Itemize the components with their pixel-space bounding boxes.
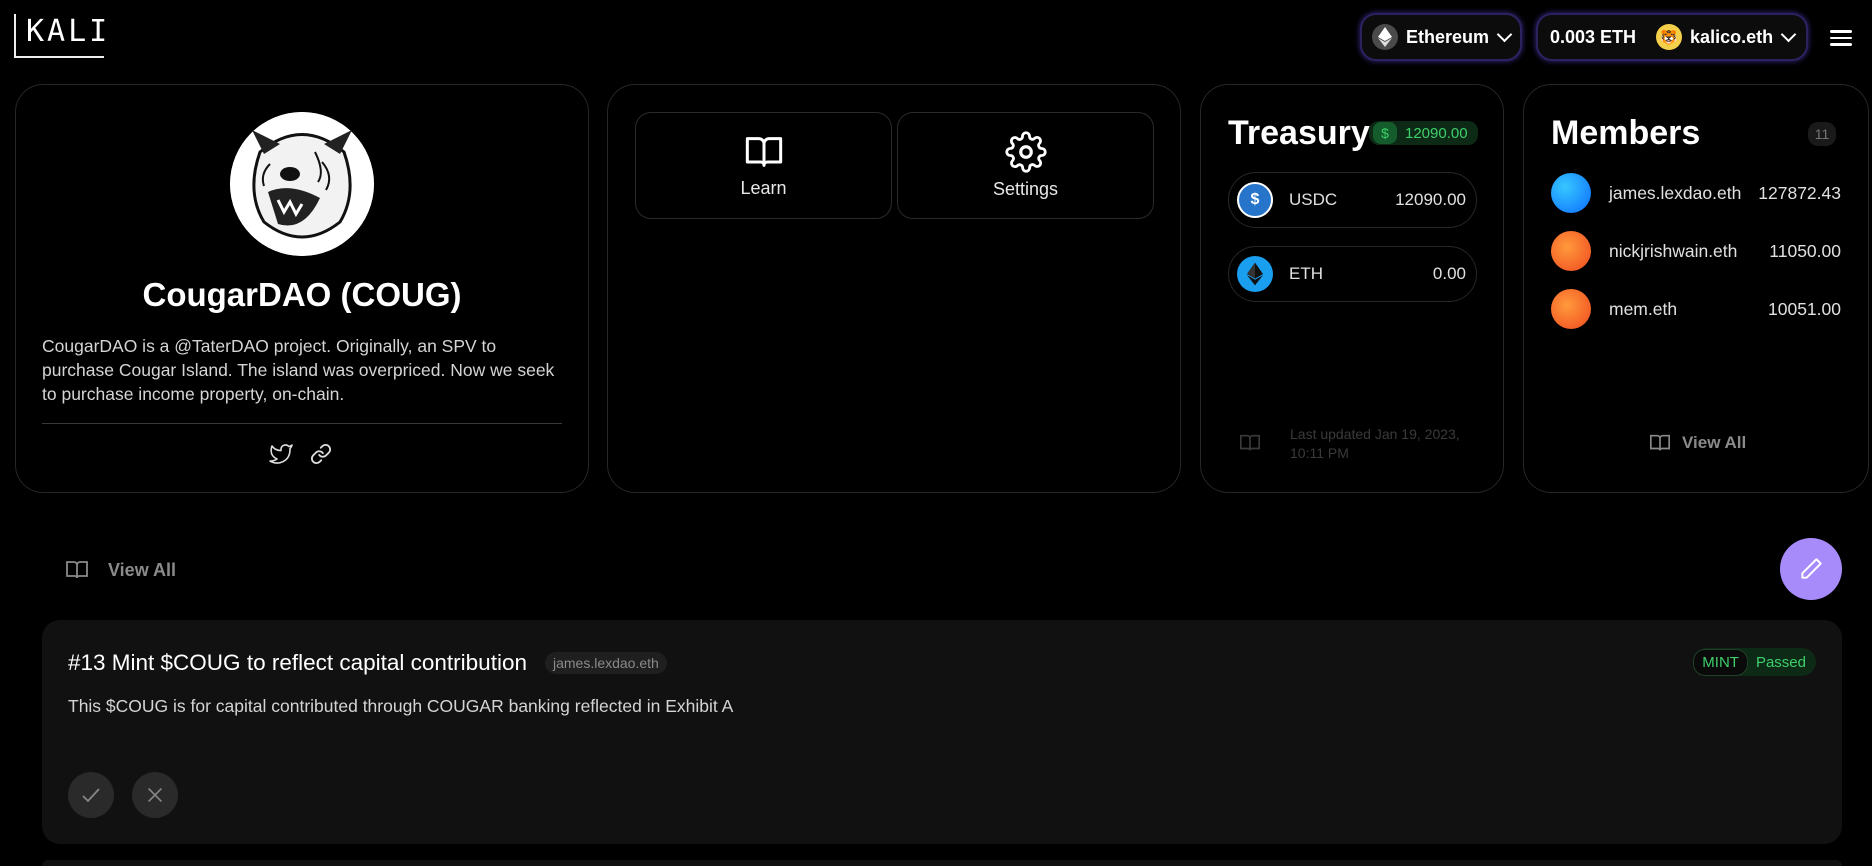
asset-row-usdc: $ USDC 12090.00 <box>1228 172 1477 228</box>
eth-icon <box>1237 256 1273 292</box>
book-icon <box>66 561 88 579</box>
link-icon[interactable] <box>310 443 332 470</box>
treasury-total-badge: $ 12090.00 <box>1369 121 1478 145</box>
account-name: kalico.eth <box>1690 26 1774 47</box>
kali-logo[interactable]: KALI <box>14 14 107 58</box>
proposal-status-badge: MINT Passed <box>1693 648 1816 676</box>
dollar-icon: $ <box>1373 122 1397 144</box>
dao-avatar <box>230 112 374 256</box>
dao-name: CougarDAO (COUG) <box>142 276 462 313</box>
ethereum-icon <box>1372 24 1398 50</box>
book-icon <box>1650 434 1670 451</box>
members-title: Members <box>1551 114 1701 152</box>
proposer-badge: james.lexdao.eth <box>544 652 667 674</box>
dao-description: CougarDAO is a @TaterDAO project. Origin… <box>42 336 555 404</box>
gear-icon <box>1004 131 1047 173</box>
avatar <box>1551 173 1591 213</box>
asset-value: 12090.00 <box>1395 190 1466 209</box>
avatar <box>1551 289 1591 329</box>
view-all-label: View All <box>1682 433 1747 452</box>
member-balance: 11050.00 <box>1769 240 1841 261</box>
check-icon <box>82 788 100 803</box>
network-label: Ethereum <box>1406 26 1490 47</box>
asset-row-eth: ETH 0.00 <box>1228 246 1477 302</box>
last-updated-text: Last updated Jan 19, 2023, 10:11 PM <box>1290 426 1460 461</box>
chevron-down-icon <box>1780 26 1797 43</box>
member-name: james.lexdao.eth <box>1609 182 1742 203</box>
usdc-icon: $ <box>1237 182 1273 218</box>
proposal-title: #13 Mint $COUG to reflect capital contri… <box>68 650 527 675</box>
close-icon <box>147 787 163 803</box>
divider <box>42 423 562 424</box>
member-row[interactable]: nickjrishwain.eth 11050.00 <box>1551 230 1841 272</box>
settings-label: Settings <box>992 179 1059 199</box>
treasury-total: 12090.00 <box>1405 124 1468 142</box>
eth-balance: 0.003 ETH <box>1550 26 1637 47</box>
vote-no-button[interactable] <box>132 772 178 818</box>
twitter-icon[interactable] <box>268 442 294 471</box>
proposal-card[interactable]: #13 Mint $COUG to reflect capital contri… <box>42 620 1842 844</box>
proposals-view-all-button[interactable]: View All <box>64 558 176 582</box>
member-balance: 127872.43 <box>1758 182 1841 203</box>
member-balance: 10051.00 <box>1768 298 1841 319</box>
proposal-description: This $COUG is for capital contributed th… <box>68 696 734 716</box>
asset-value: 0.00 <box>1432 264 1466 283</box>
account-selector[interactable]: 0.003 ETH 🐯 kalico.eth <box>1536 13 1808 61</box>
network-selector[interactable]: Ethereum <box>1360 13 1522 61</box>
book-icon <box>745 137 782 167</box>
new-proposal-button[interactable] <box>1780 538 1842 600</box>
proposal-type: MINT <box>1693 648 1748 676</box>
next-proposal-card <box>42 860 1842 866</box>
pencil-icon <box>1801 558 1822 579</box>
vote-yes-button[interactable] <box>68 772 114 818</box>
chevron-down-icon <box>1496 26 1513 43</box>
members-view-all-button[interactable]: View All <box>1648 432 1746 454</box>
book-icon <box>1238 432 1262 459</box>
learn-button[interactable]: Learn <box>635 112 892 219</box>
member-row[interactable]: mem.eth 10051.00 <box>1551 288 1841 330</box>
settings-button[interactable]: Settings <box>897 112 1154 219</box>
learn-label: Learn <box>740 178 787 198</box>
treasury-title: Treasury <box>1228 114 1370 152</box>
member-row[interactable]: james.lexdao.eth 127872.43 <box>1551 172 1841 214</box>
view-all-label: View All <box>108 559 177 580</box>
menu-icon[interactable] <box>1830 26 1852 50</box>
proposal-status: Passed <box>1755 653 1806 671</box>
member-count-badge: 11 <box>1808 122 1836 146</box>
asset-name: USDC <box>1289 190 1338 209</box>
member-name: nickjrishwain.eth <box>1609 240 1738 261</box>
avatar <box>1551 231 1591 271</box>
member-name: mem.eth <box>1609 298 1678 319</box>
asset-name: ETH <box>1289 264 1323 283</box>
account-avatar: 🐯 <box>1656 24 1683 50</box>
